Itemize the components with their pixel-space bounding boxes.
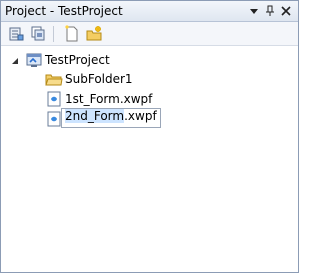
project-tree: TestProject SubFolder1 1st_Form.xwpf 2nd… (1, 46, 298, 272)
dropdown-icon[interactable] (247, 4, 261, 18)
tree-item-label: SubFolder1 (65, 72, 133, 86)
tree-item-folder[interactable]: SubFolder1 (45, 70, 165, 88)
new-folder-icon[interactable] (85, 25, 103, 43)
close-icon[interactable] (279, 4, 293, 18)
form-file-icon (45, 90, 63, 108)
expand-arrow-icon[interactable] (10, 55, 20, 65)
rename-extension-text: .xwpf (124, 109, 157, 123)
panel-toolbar (1, 22, 298, 46)
toolbar-separator (53, 26, 54, 42)
panel-titlebar[interactable]: Project - TestProject (1, 1, 298, 22)
tree-root-label: TestProject (45, 53, 110, 67)
pin-icon[interactable] (263, 4, 277, 18)
project-icon (25, 51, 43, 69)
tree-item-file-editing[interactable]: 2nd_Form.xwpf (45, 108, 195, 128)
rename-selected-text: 2nd_Form (65, 109, 125, 123)
tree-item-label: 1st_Form.xwpf (65, 92, 153, 106)
tree-root-node[interactable]: TestProject (25, 51, 145, 69)
new-item-icon[interactable] (63, 25, 81, 43)
folder-icon (45, 70, 63, 88)
properties-icon[interactable] (7, 25, 25, 43)
show-all-files-icon[interactable] (29, 25, 47, 43)
rename-input[interactable]: 2nd_Form.xwpf (61, 108, 161, 128)
tree-item-file[interactable]: 1st_Form.xwpf (45, 90, 185, 108)
panel-title: Project - TestProject (5, 4, 123, 18)
project-panel: Project - TestProject TestProject SubFol… (0, 0, 299, 273)
